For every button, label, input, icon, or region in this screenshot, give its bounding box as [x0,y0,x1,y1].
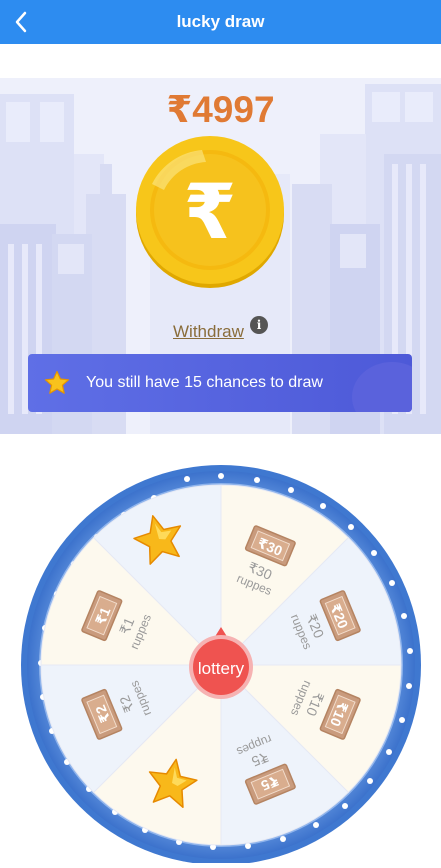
withdraw-link[interactable]: Withdraw [173,322,244,342]
prize-wheel: ₹30 ₹30 ruppes ₹20 ₹20 ruppes ₹10 ₹10 ru… [19,463,423,868]
chances-banner: You still have 15 chances to draw [28,354,412,412]
lottery-label: lottery [198,659,245,678]
balance-amount: ₹4997 [166,89,275,130]
rupee-coin-icon: ₹ [132,134,288,290]
info-icon[interactable]: i [250,316,268,334]
page-title: lucky draw [176,12,265,31]
star-icon [44,370,70,396]
coin-symbol: ₹ [184,167,237,256]
chances-text: You still have 15 chances to draw [86,374,323,391]
top-bar: lucky draw [0,0,441,44]
